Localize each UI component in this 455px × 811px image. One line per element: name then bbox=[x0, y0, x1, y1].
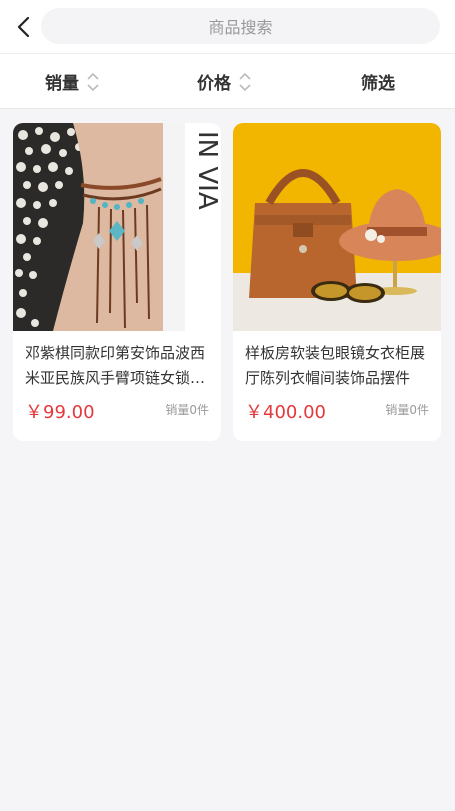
product-card[interactable]: 样板房软装包眼镜女衣柜展厅陈列衣帽间装饰品摆件 ￥400.00 销量0件 bbox=[233, 123, 441, 441]
product-title: 邓紫棋同款印第安饰品波西米亚民族风手臂项链女锁骨链 bbox=[25, 344, 206, 387]
filter-button[interactable]: 筛选 bbox=[361, 54, 395, 109]
chevron-left-icon bbox=[17, 16, 30, 38]
product-image-brand: IN VIA bbox=[192, 131, 221, 210]
product-sales: 销量0件 bbox=[385, 403, 429, 417]
search-input[interactable]: 商品搜索 bbox=[41, 8, 440, 44]
sort-bar: 销量 价格 筛选 bbox=[0, 54, 455, 109]
product-title: 样板房软装包眼镜女衣柜展厅陈列衣帽间装饰品摆件 bbox=[245, 344, 426, 387]
product-price: ￥99.00 bbox=[25, 402, 95, 423]
sort-updown-icon bbox=[239, 71, 251, 93]
sort-updown-icon bbox=[87, 71, 99, 93]
sort-by-sales[interactable]: 销量 bbox=[45, 54, 99, 109]
back-button[interactable] bbox=[10, 12, 36, 42]
product-card[interactable]: IN VIA 邓紫棋同款印第安饰品波西米亚民族风手臂项链女锁骨链 ￥99.00 … bbox=[13, 123, 221, 441]
sort-price-label: 价格 bbox=[197, 74, 231, 94]
search-placeholder: 商品搜索 bbox=[208, 18, 273, 37]
filter-label: 筛选 bbox=[361, 74, 395, 94]
sort-by-price[interactable]: 价格 bbox=[197, 54, 251, 109]
product-image bbox=[233, 123, 441, 331]
product-price: ￥400.00 bbox=[245, 402, 326, 423]
product-image: IN VIA bbox=[13, 123, 221, 331]
sort-sales-label: 销量 bbox=[45, 74, 79, 94]
product-sales: 销量0件 bbox=[165, 403, 209, 417]
top-bar: 商品搜索 bbox=[0, 0, 455, 54]
